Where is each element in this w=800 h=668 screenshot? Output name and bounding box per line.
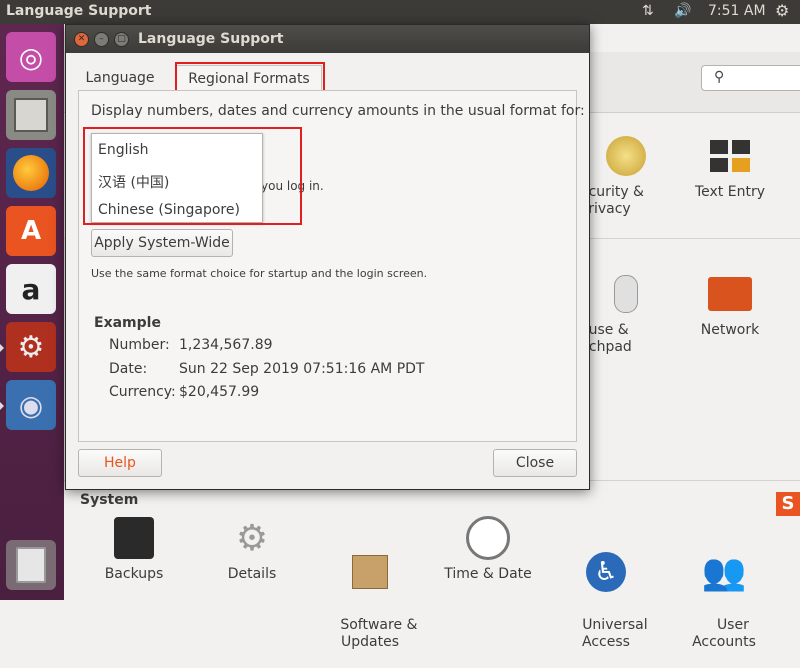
trash-icon[interactable]: [6, 540, 56, 590]
dialog-titlebar: ✕ – □ Language Support: [66, 25, 589, 53]
gear-icon: ⚙: [235, 517, 269, 559]
launcher: ◎ A a ⚙ ◉: [0, 24, 65, 600]
time-date-item[interactable]: Time & Date: [438, 516, 538, 583]
highlight-box: [83, 127, 302, 225]
text-entry-label: Text Entry: [694, 184, 765, 200]
number-label: Number:: [109, 337, 170, 353]
currency-label: Currency:: [109, 384, 176, 400]
software-updates-item[interactable]: Software & Updates: [320, 516, 420, 668]
safe-icon: [110, 516, 158, 560]
mouse-icon: [602, 272, 650, 316]
user-accounts-label: User Accounts: [692, 617, 756, 650]
search-icon: ⚲: [714, 69, 725, 85]
date-label: Date:: [109, 361, 148, 377]
details-label: Details: [227, 566, 277, 582]
keyboard-icon: [706, 134, 754, 178]
search-input[interactable]: ⚲: [701, 65, 800, 91]
ubuntu-dash-icon[interactable]: ◎: [6, 32, 56, 82]
currency-value: $20,457.99: [179, 384, 260, 400]
minimize-window-icon[interactable]: –: [94, 32, 109, 47]
network-folder-icon: [706, 272, 754, 316]
security-privacy-item[interactable]: ecurity & Privacy: [580, 134, 660, 218]
language-support-icon[interactable]: ◉: [6, 380, 56, 430]
users-icon: 👥: [701, 551, 747, 593]
network-arrows-icon[interactable]: ⇅: [642, 3, 654, 19]
software-updates-label: Software & Updates: [340, 617, 418, 650]
time-date-label: Time & Date: [444, 566, 532, 582]
security-privacy-icon: [602, 134, 650, 178]
clock-icon: [464, 516, 512, 560]
date-value: Sun 22 Sep 2019 07:51:16 AM PDT: [179, 361, 425, 377]
running-indicator: [0, 402, 4, 410]
backups-label: Backups: [104, 566, 164, 582]
close-window-icon[interactable]: ✕: [74, 32, 89, 47]
number-value: 1,234,567.89: [179, 337, 273, 353]
dialog-title: Language Support: [138, 31, 284, 47]
ubuntu-software-icon[interactable]: A: [6, 206, 56, 256]
user-accounts-item[interactable]: 👥 User Accounts: [684, 516, 764, 668]
volume-icon[interactable]: 🔊: [674, 3, 691, 19]
settings-gear-icon[interactable]: ⚙: [775, 1, 789, 20]
network-label: Network: [700, 322, 760, 338]
amazon-icon[interactable]: a: [6, 264, 56, 314]
mouse-touchpad-item[interactable]: ouse & uchpad: [580, 272, 660, 356]
backups-item[interactable]: Backups: [94, 516, 174, 583]
maximize-window-icon[interactable]: □: [114, 32, 129, 47]
firefox-icon[interactable]: [6, 148, 56, 198]
files-icon[interactable]: [6, 90, 56, 140]
text-entry-item[interactable]: Text Entry: [680, 134, 780, 201]
system-section-title: System: [80, 492, 139, 508]
clock[interactable]: 7:51 AM: [708, 3, 766, 19]
input-method-tray-icon[interactable]: S: [776, 492, 800, 516]
instruction-text: Display numbers, dates and currency amou…: [91, 103, 585, 119]
accessibility-icon: ♿: [582, 550, 630, 594]
tab-language[interactable]: Language: [78, 65, 162, 91]
network-item[interactable]: Network: [680, 272, 780, 339]
system-settings-icon[interactable]: ⚙: [6, 322, 56, 372]
help-button[interactable]: Help: [78, 449, 162, 477]
language-support-dialog: ✕ – □ Language Support Language Regional…: [65, 24, 590, 490]
details-item[interactable]: ⚙ Details: [212, 516, 292, 583]
universal-access-label: Universal Access: [582, 617, 648, 650]
example-title: Example: [94, 315, 161, 331]
package-globe-icon: [346, 550, 394, 594]
universal-access-item[interactable]: ♿ Universal Access: [564, 516, 648, 668]
startup-note: Use the same format choice for startup a…: [91, 267, 428, 280]
active-window-title: Language Support: [6, 3, 152, 19]
close-button[interactable]: Close: [493, 449, 577, 477]
running-indicator: [0, 344, 4, 352]
apply-system-wide-button[interactable]: Apply System-Wide: [91, 229, 233, 257]
top-panel: Language Support ⇅ 🔊 7:51 AM ⚙: [0, 0, 800, 24]
